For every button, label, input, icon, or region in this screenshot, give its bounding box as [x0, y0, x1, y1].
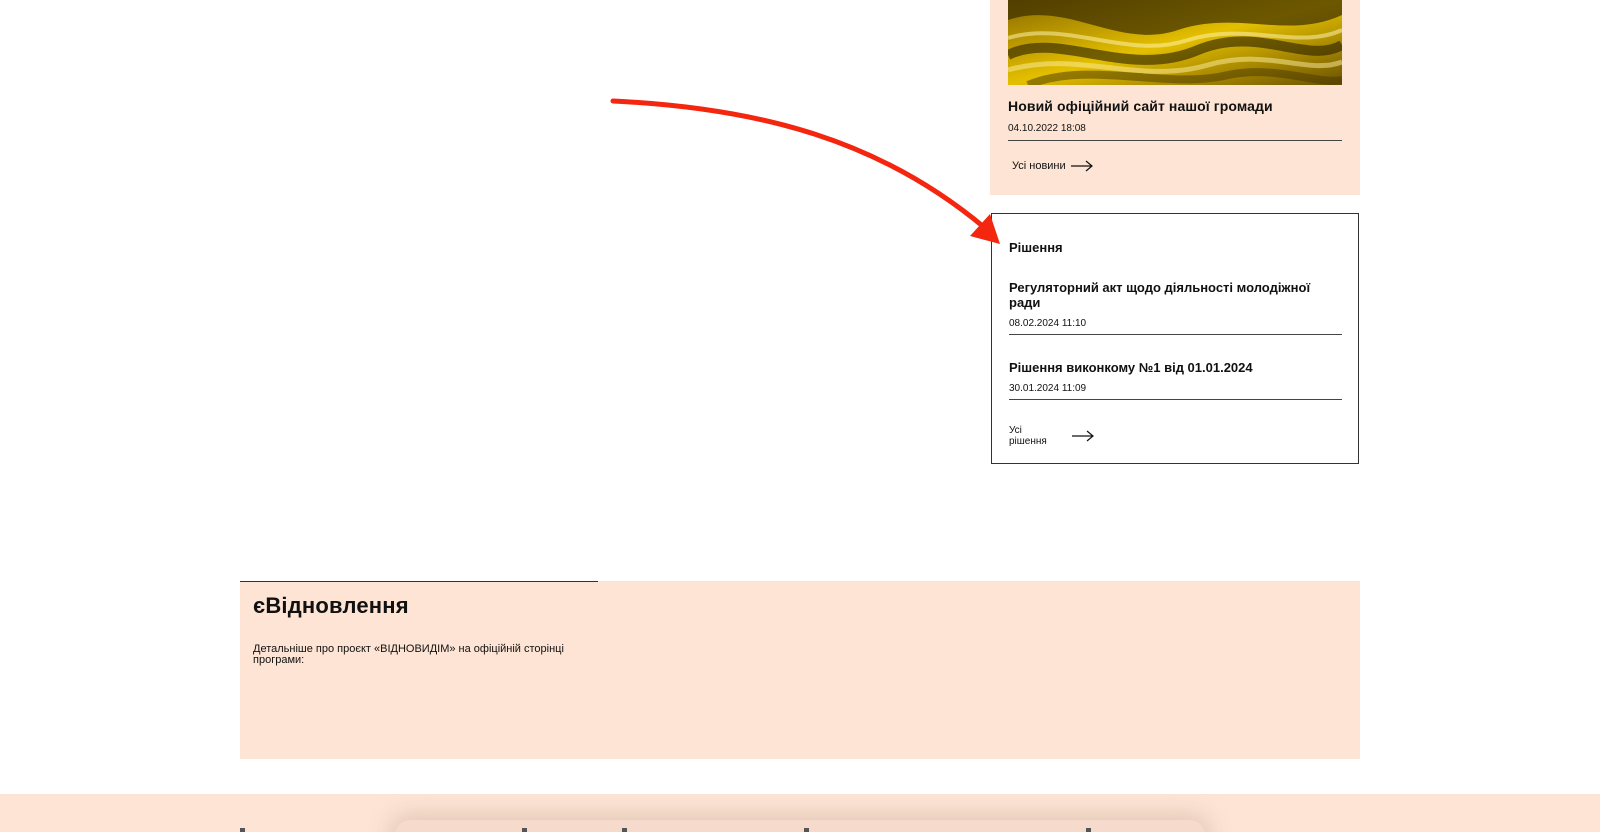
recovery-title: єВідновлення — [253, 593, 409, 618]
footer-item-marker — [522, 828, 527, 832]
arrow-right-icon — [1072, 430, 1094, 442]
news-date: 04.10.2022 18:08 — [1008, 123, 1086, 134]
divider — [1009, 334, 1342, 335]
footer-item-marker — [1086, 828, 1091, 832]
footer-item-marker — [804, 828, 809, 832]
recovery-section: єВідновлення Детальніше про проєкт «ВІДН… — [240, 581, 1360, 759]
news-card: Новий офіційний сайт нашої громади 04.10… — [990, 0, 1360, 195]
divider — [240, 581, 598, 582]
golden-silk-image — [1008, 0, 1342, 85]
decision-title[interactable]: Рішення виконкому №1 від 01.01.2024 — [1009, 360, 1342, 375]
all-decisions-link[interactable]: Усі рішення — [1009, 425, 1095, 447]
news-image[interactable] — [1008, 0, 1342, 85]
decision-date: 30.01.2024 11:09 — [1009, 383, 1087, 394]
footer-nav-shadow — [395, 820, 1205, 832]
all-decisions-label: Усі рішення — [1009, 425, 1047, 447]
decision-item[interactable]: Рішення виконкому №1 від 01.01.2024 30.0… — [1009, 360, 1342, 400]
all-news-link[interactable]: Усі новини — [1008, 160, 1094, 172]
recovery-description: Детальніше про проєкт «ВІДНОВИДІМ» на оф… — [253, 643, 564, 666]
arrow-right-icon — [1070, 160, 1093, 172]
decision-item[interactable]: Регуляторний акт щодо діяльності молодіж… — [1009, 280, 1342, 335]
news-title[interactable]: Новий офіційний сайт нашої громади — [1008, 98, 1342, 114]
decisions-widget: Рішення Регуляторний акт щодо діяльності… — [991, 213, 1359, 464]
divider — [1008, 140, 1342, 141]
footer-item-marker — [622, 828, 627, 832]
all-news-text: Усі новини — [1012, 160, 1066, 172]
page: Новий офіційний сайт нашої громади 04.10… — [0, 0, 1600, 832]
decisions-heading: Рішення — [1009, 240, 1063, 255]
decision-title[interactable]: Регуляторний акт щодо діяльності молодіж… — [1009, 280, 1342, 310]
divider — [1009, 399, 1342, 400]
decision-date: 08.02.2024 11:10 — [1009, 318, 1087, 329]
footer — [0, 794, 1600, 832]
footer-item-marker — [240, 828, 245, 832]
